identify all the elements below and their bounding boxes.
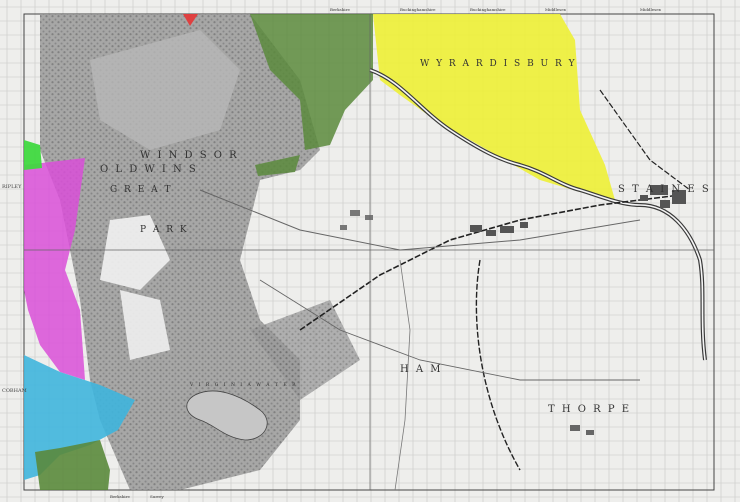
label-staines: S T A I N E S xyxy=(618,184,711,195)
label-park: P A R K xyxy=(140,225,189,235)
footer-label-surrey: Surrey xyxy=(150,494,165,499)
label-windsor: W I N D S O R xyxy=(140,150,239,161)
map-canvas[interactable]: W I N D S O R O L D W I N S G R E A T P … xyxy=(0,0,740,502)
label-thorpe: T H O R P E xyxy=(548,404,631,415)
label-great: G R E A T xyxy=(110,185,172,195)
label-egham: H A M xyxy=(400,364,443,375)
header-label-berkshire: Berkshire xyxy=(330,7,350,12)
label-virginia-water: V I R G I N I A W A T E R xyxy=(189,382,297,388)
margin-label-cobham: COBHAM xyxy=(2,388,27,394)
margin-label-ripley: RIPLEY xyxy=(2,184,22,190)
footer-label-berkshire: Berkshire xyxy=(110,494,130,499)
header-label-middlesex-2: Middlesex xyxy=(640,7,662,12)
map-view[interactable]: W I N D S O R O L D W I N S G R E A T P … xyxy=(0,0,740,502)
label-old-windsor: O L D W I N S xyxy=(100,164,198,175)
header-label-bucks-2: Buckinghamshire xyxy=(470,7,506,12)
header-label-bucks-1: Buckinghamshire xyxy=(400,7,436,12)
header-label-middlesex-1: Middlesex xyxy=(545,7,567,12)
label-wyrardisbury: W Y R A R D I S B U R Y xyxy=(420,59,577,69)
